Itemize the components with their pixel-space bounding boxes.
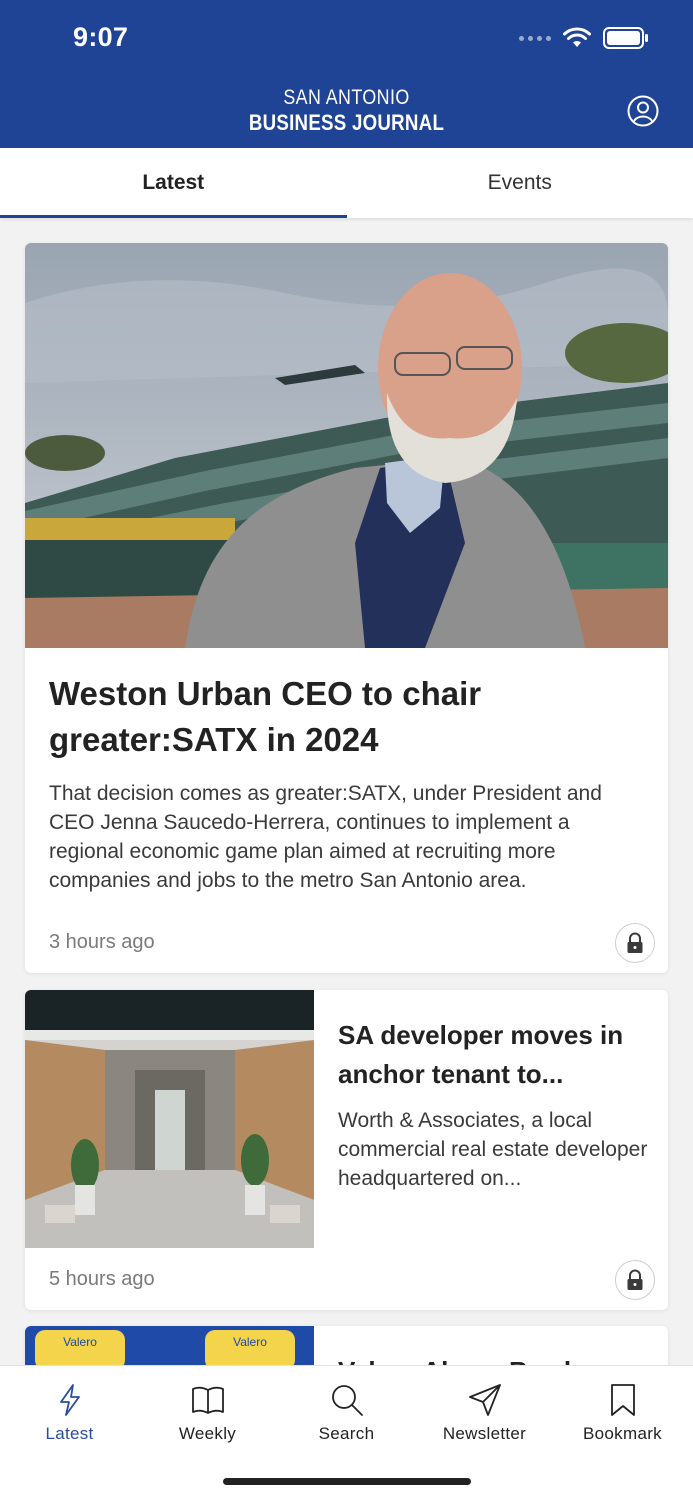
book-icon [190, 1382, 226, 1418]
top-tabs: Latest Events [0, 148, 693, 218]
signal-icon [519, 36, 551, 41]
article-time: 5 hours ago [49, 1268, 155, 1291]
nav-label: Newsletter [415, 1424, 554, 1444]
tab-events[interactable]: Events [347, 148, 693, 218]
tab-latest[interactable]: Latest [0, 148, 347, 218]
send-icon [467, 1382, 503, 1418]
article-description: Worth & Associates, a local commercial r… [338, 1106, 650, 1193]
article-description: That decision comes as greater:SATX, und… [49, 779, 639, 895]
bolt-icon [52, 1382, 88, 1418]
article-image [25, 990, 314, 1248]
wifi-icon [563, 27, 591, 49]
bookmark-icon [605, 1382, 641, 1418]
lock-icon [615, 1260, 655, 1300]
status-icons [519, 26, 649, 50]
lock-icon [615, 923, 655, 963]
battery-icon [603, 26, 649, 50]
article-title[interactable]: SA developer moves in anchor tenant to..… [338, 1016, 650, 1094]
nav-latest[interactable]: Latest [0, 1366, 139, 1466]
search-icon [329, 1382, 365, 1418]
article-card-hero[interactable]: Weston Urban CEO to chair greater:SATX i… [25, 243, 668, 973]
profile-icon[interactable] [627, 95, 659, 127]
nav-label: Weekly [138, 1424, 277, 1444]
valero-logo: Valero [233, 1335, 267, 1349]
article-image [25, 243, 668, 648]
status-time: 9:07 [73, 22, 128, 53]
nav-label: Search [277, 1424, 416, 1444]
nav-label: Bookmark [553, 1424, 692, 1444]
app-header: 9:07 SAN ANTONIO BUSINESS JOURNAL [0, 0, 693, 148]
article-card[interactable]: SA developer moves in anchor tenant to..… [25, 990, 668, 1310]
home-indicator [223, 1478, 471, 1485]
valero-logo: Valero [63, 1335, 97, 1349]
nav-search[interactable]: Search [277, 1366, 416, 1466]
brand-line2: BUSINESS JOURNAL [52, 110, 641, 136]
nav-weekly[interactable]: Weekly [138, 1366, 277, 1466]
nav-bookmark[interactable]: Bookmark [553, 1366, 692, 1466]
article-time: 3 hours ago [49, 931, 155, 954]
article-title[interactable]: Weston Urban CEO to chair greater:SATX i… [49, 671, 639, 763]
nav-label: Latest [0, 1424, 139, 1444]
nav-newsletter[interactable]: Newsletter [415, 1366, 554, 1466]
brand-line1: SAN ANTONIO [52, 86, 641, 110]
